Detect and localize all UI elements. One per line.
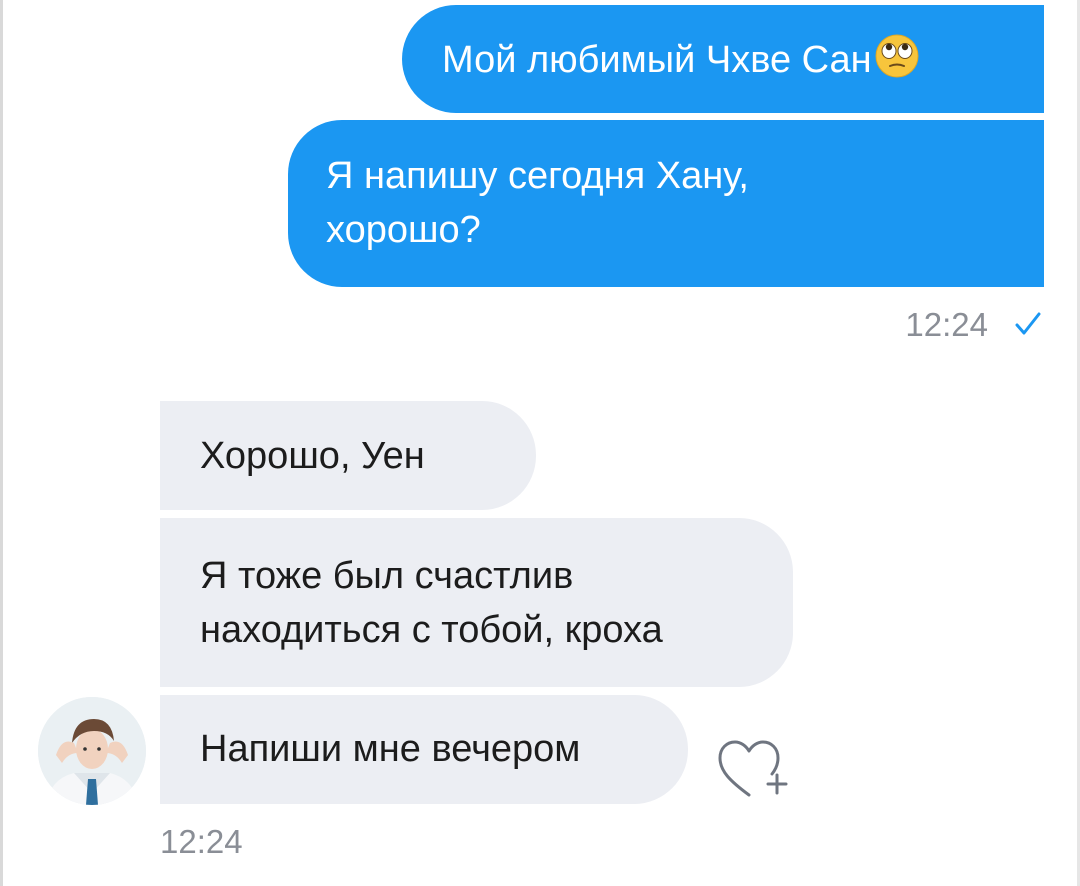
message-text-line: Я напишу сегодня Хану,	[326, 155, 749, 197]
incoming-message-bubble[interactable]: Напиши мне вечером	[160, 695, 688, 804]
message-text-line: хорошо?	[326, 209, 481, 251]
incoming-message-bubble[interactable]: Я тоже был счастлив находиться с тобой, …	[160, 518, 793, 687]
message-text-line: находиться с тобой, кроха	[200, 609, 663, 651]
rolling-eyes-emoji-icon	[875, 34, 919, 78]
incoming-message-bubble[interactable]: Хорошо, Уен	[160, 401, 536, 510]
message-text: Мой любимый Чхве Сан	[442, 39, 872, 81]
heart-add-icon[interactable]	[716, 738, 790, 802]
outgoing-message-bubble[interactable]: Я напишу сегодня Хану, хорошо?	[288, 120, 1044, 287]
message-text-line: Я тоже был счастлив	[200, 555, 574, 597]
outgoing-message-bubble[interactable]: Мой любимый Чхве Сан	[402, 5, 1044, 113]
message-text: Хорошо, Уен	[200, 435, 425, 477]
avatar[interactable]	[38, 697, 146, 805]
check-icon	[1015, 312, 1041, 335]
outgoing-timestamp: 12:24	[905, 306, 988, 343]
avatar-image	[38, 697, 146, 805]
left-border	[0, 0, 3, 886]
message-text: Напиши мне вечером	[200, 728, 581, 770]
incoming-timestamp: 12:24	[160, 823, 243, 860]
